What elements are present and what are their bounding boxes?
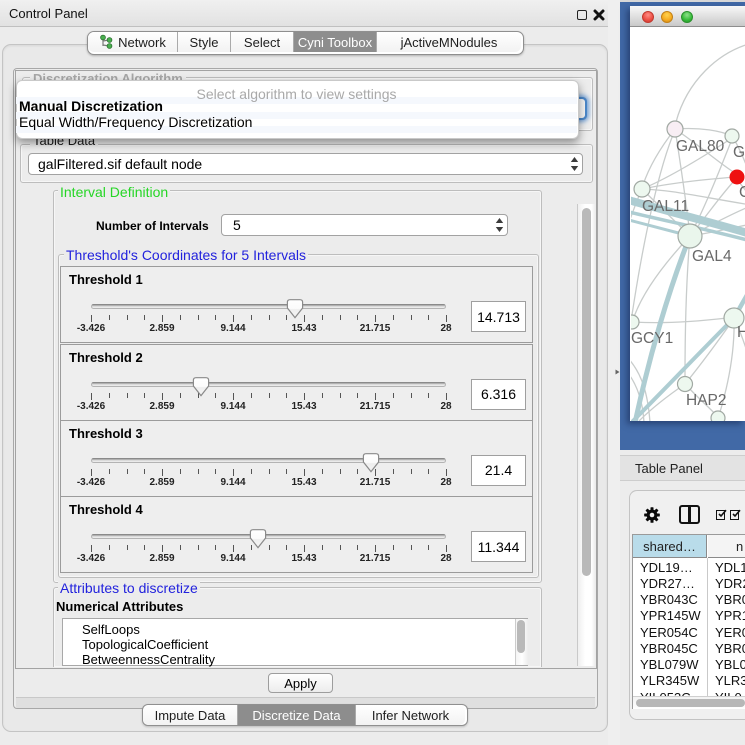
svg-text:GAL11: GAL11 [642,198,689,215]
svg-text:C: C [739,184,745,201]
svg-text:GCY1: GCY1 [631,330,673,347]
svg-text:GAL4: GAL4 [692,248,732,265]
svg-text:H: H [737,324,745,341]
svg-text:GAL80: GAL80 [676,138,725,155]
svg-text:HAP2: HAP2 [686,392,727,409]
svg-text:GAL2: GAL2 [733,144,745,161]
